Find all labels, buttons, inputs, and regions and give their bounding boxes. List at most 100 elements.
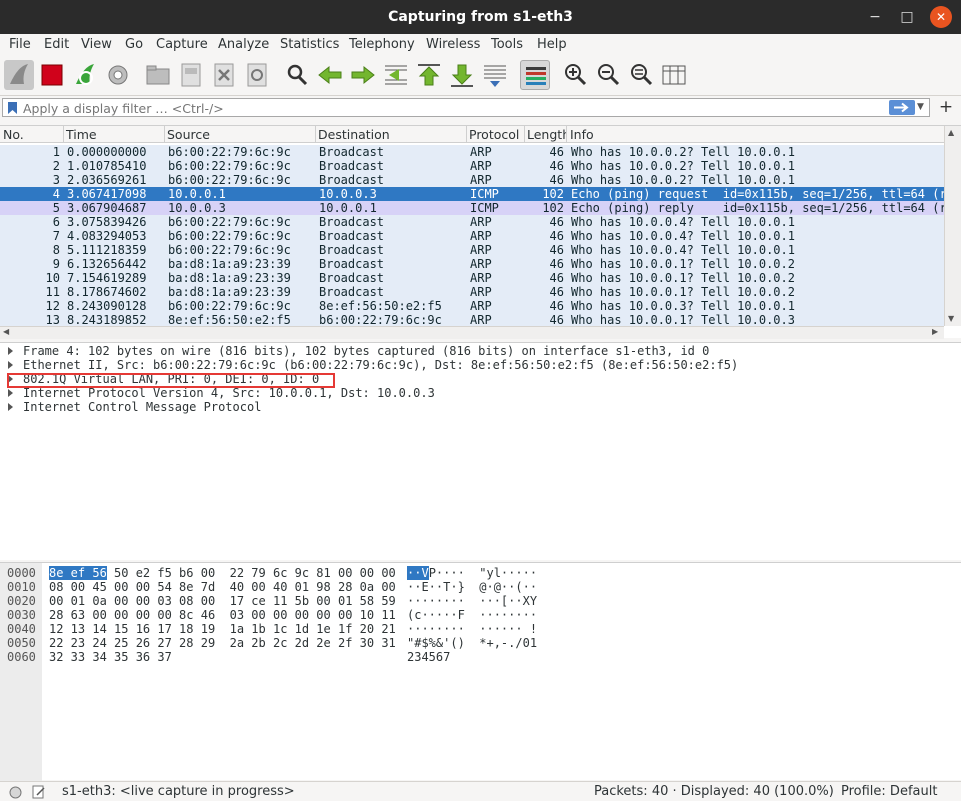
byte-ascii[interactable]: ········ ···[··XY — [407, 594, 537, 608]
close-window-button[interactable]: ✕ — [930, 6, 952, 28]
byte-ascii[interactable]: (c·····F ········ — [407, 608, 537, 622]
detail-row-ethernet[interactable]: Ethernet II, Src: b6:00:22:79:6c:9c (b6:… — [0, 358, 961, 372]
detail-row-frame[interactable]: Frame 4: 102 bytes on wire (816 bits), 1… — [0, 344, 961, 358]
byte-hex[interactable]: 22 23 24 25 26 27 28 29 2a 2b 2c 2d 2e 2… — [49, 636, 396, 650]
find-packet-icon[interactable] — [282, 60, 312, 90]
packet-list-horizontal-scrollbar[interactable]: ◀ ▶ — [0, 326, 944, 339]
menu-telephony[interactable]: Telephony — [349, 37, 415, 52]
byte-hex[interactable]: 08 00 45 00 00 54 8e 7d 40 00 40 01 98 2… — [49, 580, 396, 594]
menu-edit[interactable]: Edit — [44, 37, 69, 52]
packet-cell-time: 7.154619289 — [67, 271, 147, 285]
byte-ascii[interactable]: ··VP···· "yl····· — [407, 566, 537, 580]
byte-ascii-rest: (c·····F ········ — [407, 608, 538, 622]
menu-wireless[interactable]: Wireless — [426, 37, 480, 52]
packet-row[interactable]: 1 0.000000000 b6:00:22:79:6c:9c Broadcast AR… — [0, 145, 944, 159]
byte-hex[interactable]: 28 63 00 00 00 00 8c 46 03 00 00 00 00 0… — [49, 608, 396, 622]
byte-ascii[interactable]: ········ ······ ! — [407, 622, 537, 636]
byte-ascii[interactable]: 234567 — [407, 650, 450, 664]
packet-row[interactable]: 8 5.111218359 b6:00:22:79:6c:9c Broadcast AR… — [0, 243, 944, 257]
restart-capture-icon[interactable] — [70, 60, 100, 90]
packet-cell-no: 12 — [45, 299, 60, 313]
bookmark-icon[interactable] — [7, 101, 18, 115]
expand-arrow-icon[interactable] — [8, 389, 13, 397]
expert-info-icon[interactable] — [9, 786, 22, 799]
menu-analyze[interactable]: Analyze — [218, 37, 269, 52]
packet-row[interactable]: 4 3.067417098 10.0.0.1 10.0.0.3 ICMP 102 Echo … — [0, 187, 944, 201]
packet-cell-src: ba:d8:1a:a9:23:39 — [168, 285, 291, 299]
zoom-in-icon[interactable] — [560, 60, 590, 90]
column-header-length[interactable]: Length — [527, 127, 566, 142]
packet-cell-src: 8e:ef:56:50:e2:f5 — [168, 313, 291, 327]
packet-cell-time: 3.075839426 — [67, 215, 147, 229]
packet-row[interactable]: 13 8.243189852 8e:ef:56:50:e2:f5 b6:00:22:7… — [0, 313, 944, 327]
normal-size-icon[interactable] — [626, 60, 656, 90]
zoom-out-icon[interactable] — [593, 60, 623, 90]
close-file-icon[interactable] — [209, 60, 239, 90]
packet-row[interactable]: 12 8.243090128 b6:00:22:79:6c:9c 8e:ef:56:5… — [0, 299, 944, 313]
expand-arrow-icon[interactable] — [8, 347, 13, 355]
packet-row[interactable]: 6 3.075839426 b6:00:22:79:6c:9c Broadcast AR… — [0, 215, 944, 229]
stop-capture-icon[interactable] — [37, 60, 67, 90]
menu-file[interactable]: File — [9, 37, 31, 52]
packet-cell-src: b6:00:22:79:6c:9c — [168, 215, 291, 229]
save-file-icon[interactable] — [176, 60, 206, 90]
display-filter-input[interactable] — [23, 100, 883, 116]
packet-row[interactable]: 5 3.067904687 10.0.0.3 10.0.0.1 ICMP 102 Echo … — [0, 201, 944, 215]
menu-capture[interactable]: Capture — [156, 37, 208, 52]
packet-row[interactable]: 2 1.010785410 b6:00:22:79:6c:9c Broadcast AR… — [0, 159, 944, 173]
packet-cell-proto: ARP — [470, 271, 492, 285]
packet-cell-src: b6:00:22:79:6c:9c — [168, 159, 291, 173]
column-header-info[interactable]: Info — [570, 127, 594, 142]
packet-row[interactable]: 7 4.083294053 b6:00:22:79:6c:9c Broadcast AR… — [0, 229, 944, 243]
packet-list-vertical-scrollbar[interactable]: ▲ ▼ — [944, 126, 961, 326]
capture-options-icon[interactable] — [103, 60, 133, 90]
packet-row[interactable]: 3 2.036569261 b6:00:22:79:6c:9c Broadcast AR… — [0, 173, 944, 187]
expand-arrow-icon[interactable] — [8, 403, 13, 411]
apply-filter-icon[interactable] — [889, 100, 915, 115]
column-header-no[interactable]: No. — [3, 127, 24, 142]
reload-file-icon[interactable] — [242, 60, 272, 90]
byte-hex[interactable]: 32 33 34 35 36 37 — [49, 650, 172, 664]
byte-hex[interactable]: 8e ef 56 50 e2 f5 b6 00 22 79 6c 9c 81 0… — [49, 566, 396, 580]
column-header-source[interactable]: Source — [167, 127, 210, 142]
resize-columns-icon[interactable] — [659, 60, 689, 90]
title-bar: Capturing from s1-eth3 − □ ✕ — [0, 0, 961, 34]
column-header-time[interactable]: Time — [66, 127, 97, 142]
go-to-packet-icon[interactable] — [381, 60, 411, 90]
autoscroll-icon[interactable] — [480, 60, 510, 90]
minimize-button[interactable]: − — [864, 6, 886, 28]
first-packet-icon[interactable] — [414, 60, 444, 90]
column-header-protocol[interactable]: Protocol — [469, 127, 519, 142]
detail-row-icmp[interactable]: Internet Control Message Protocol — [0, 400, 961, 414]
menu-tools[interactable]: Tools — [491, 37, 523, 52]
last-packet-icon[interactable] — [447, 60, 477, 90]
menu-go[interactable]: Go — [125, 37, 143, 52]
add-filter-button[interactable]: + — [936, 97, 956, 117]
packet-cell-info: Who has 10.0.0.4? Tell 10.0.0.1 — [571, 215, 795, 229]
detail-row-ipv4[interactable]: Internet Protocol Version 4, Src: 10.0.0… — [0, 386, 961, 400]
byte-hex-highlight: 8e ef 56 — [49, 566, 107, 580]
packet-row[interactable]: 9 6.132656442 ba:d8:1a:a9:23:39 Broadcast AR… — [0, 257, 944, 271]
colorize-icon[interactable] — [520, 60, 550, 90]
menu-statistics[interactable]: Statistics — [280, 37, 339, 52]
maximize-button[interactable]: □ — [896, 6, 918, 28]
filter-dropdown-icon[interactable]: ▼ — [917, 99, 929, 116]
packet-row[interactable]: 10 7.154619289 ba:d8:1a:a9:23:39 Broadcast A… — [0, 271, 944, 285]
packet-row[interactable]: 11 8.178674602 ba:d8:1a:a9:23:39 Broadcast A… — [0, 285, 944, 299]
shark-fin-start-icon[interactable] — [4, 60, 34, 90]
display-filter-field[interactable]: ▼ — [2, 98, 930, 117]
profile-text[interactable]: Profile: Default — [841, 784, 937, 799]
open-file-icon[interactable] — [143, 60, 173, 90]
byte-ascii[interactable]: ··E··T·} @·@··(·· — [407, 580, 537, 594]
capture-comment-icon[interactable] — [32, 785, 46, 799]
expand-arrow-icon[interactable] — [8, 361, 13, 369]
menu-help[interactable]: Help — [537, 37, 567, 52]
byte-hex[interactable]: 00 01 0a 00 00 03 08 00 17 ce 11 5b 00 0… — [49, 594, 396, 608]
byte-ascii[interactable]: "#$%&'() *+,-./01 — [407, 636, 537, 650]
go-back-icon[interactable] — [315, 60, 345, 90]
go-forward-icon[interactable] — [348, 60, 378, 90]
packet-cell-proto: ARP — [470, 257, 492, 271]
menu-view[interactable]: View — [81, 37, 112, 52]
byte-hex[interactable]: 12 13 14 15 16 17 18 19 1a 1b 1c 1d 1e 1… — [49, 622, 396, 636]
column-header-destination[interactable]: Destination — [318, 127, 390, 142]
